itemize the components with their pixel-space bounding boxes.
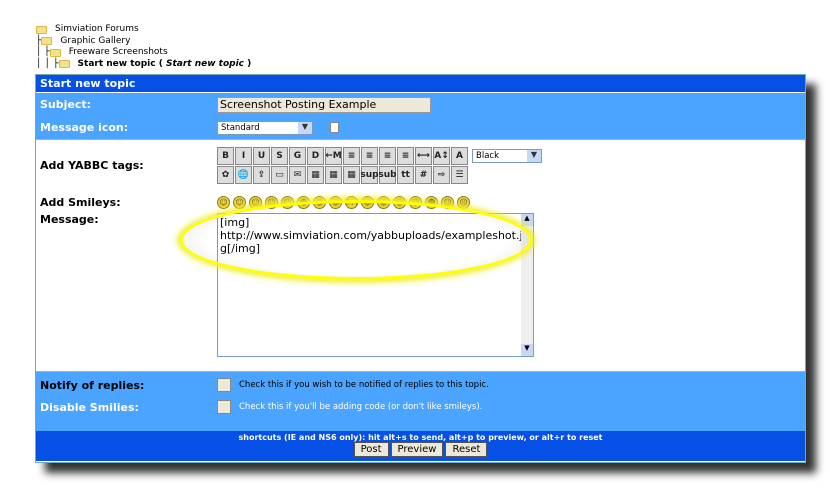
tag-toolbar-row-1: B I U S G D ←M ≡ ≡ ≡ ≡ ⟷ A↕ A — [217, 147, 468, 165]
tag-button[interactable]: ✿ — [217, 166, 234, 184]
disable-smilies-label: Disable Smilies: — [40, 400, 139, 414]
message-textarea[interactable]: [img] http://www.simviation.com/yabbuplo… — [217, 213, 534, 357]
yabbc-tags-label: Add YABBC tags: — [40, 159, 144, 172]
scroll-down-icon[interactable]: ▼ — [521, 344, 533, 356]
preview-button[interactable]: Preview — [390, 442, 444, 457]
document-icon — [330, 122, 339, 133]
tag-button[interactable]: ≡ — [379, 147, 396, 165]
smiley-icon[interactable]: ☹ — [457, 195, 470, 209]
smiley-icon[interactable]: ☺ — [361, 195, 374, 209]
tag-button[interactable]: ≡ — [361, 147, 378, 165]
folder-icon — [36, 25, 47, 34]
tag-toolbar-row-2: ✿ 🌐 ⇪ ▭ ✉ ▦ ▦ ▦ sup sub tt # ⇨ ☰ — [217, 166, 542, 184]
breadcrumb-link[interactable]: Simviation Forums — [55, 24, 139, 36]
smiley-icon[interactable]: ??? — [345, 195, 359, 209]
tree-connector: │ │ ├ — [36, 58, 59, 69]
color-select[interactable]: Black ▼ — [472, 149, 542, 163]
disable-smilies-hint: Check this if you'll be adding code (or … — [239, 402, 483, 412]
smiley-icon[interactable]: ☻ — [297, 195, 310, 209]
tag-button[interactable]: I — [235, 147, 252, 165]
tag-button[interactable]: ✉ — [289, 166, 306, 184]
breadcrumb-current-sub: Start new topic — [165, 58, 245, 69]
folder-icon — [41, 37, 53, 46]
tag-button[interactable]: ≡ — [343, 147, 360, 165]
tree-connector: │ ├ — [36, 47, 50, 57]
smiley-bar: ☺ ☺ ☺ ☺ ☺ ☻ ☺ ☺??? ☺ ☺ ☺ ☺ ☻ ☺ ☹ — [217, 195, 470, 209]
folder-icon — [49, 48, 61, 57]
smiley-icon[interactable]: ☺ — [249, 195, 262, 209]
smiley-icon[interactable]: ☺ — [233, 195, 246, 209]
smiley-icon[interactable]: ☺ — [393, 195, 406, 209]
post-form: Start new topic Subject: Message icon: S… — [35, 74, 806, 463]
chevron-down-icon: ▼ — [298, 121, 312, 134]
tag-button[interactable]: ⇪ — [253, 166, 270, 184]
tag-button[interactable]: # — [415, 166, 432, 184]
smiley-icon[interactable]: ☺ — [313, 195, 326, 209]
breadcrumb-link[interactable]: Freeware Screenshots — [69, 47, 168, 59]
tag-button[interactable]: sup — [360, 166, 379, 184]
tag-button[interactable]: ▦ — [325, 166, 342, 184]
tag-button[interactable]: ▭ — [271, 166, 288, 184]
tag-button[interactable]: tt — [397, 166, 414, 184]
tag-button[interactable]: 🌐 — [235, 166, 252, 184]
message-icon-value: Standard — [221, 122, 260, 133]
message-icon-select[interactable]: Standard ▼ — [217, 120, 313, 135]
subject-label: Subject: — [40, 98, 92, 111]
breadcrumb-current: Start new topic — [77, 58, 156, 69]
form-title: Start new topic — [36, 75, 805, 92]
message-label: Message: — [40, 213, 99, 226]
breadcrumb: Simviation Forums ├ Graphic Gallery │ ├ Fr… — [36, 24, 252, 69]
scrollbar[interactable]: ▲ ▼ — [521, 214, 533, 356]
breadcrumb-link[interactable]: Graphic Gallery — [60, 36, 130, 48]
tag-button[interactable]: A — [451, 147, 468, 165]
smiley-icon[interactable]: ☺ — [329, 195, 342, 209]
tag-button[interactable]: B — [217, 147, 234, 165]
smiley-icon[interactable]: ☺ — [281, 195, 294, 209]
smiley-icon[interactable]: ☺ — [441, 195, 454, 209]
smiley-icon[interactable]: ☺ — [377, 195, 390, 209]
tag-button[interactable]: S — [271, 147, 288, 165]
tag-button[interactable]: ≡ — [397, 147, 414, 165]
notify-hint: Check this if you wish to be notified of… — [239, 380, 489, 390]
shortcuts-text: shortcuts (IE and NS6 only): hit alt+s t… — [238, 433, 603, 442]
smiley-icon[interactable]: ☺ — [217, 195, 230, 209]
subject-input[interactable] — [217, 96, 431, 113]
scroll-up-icon[interactable]: ▲ — [521, 214, 533, 226]
folder-icon — [58, 60, 70, 69]
smiley-icon[interactable]: ☺ — [265, 195, 278, 209]
tag-button[interactable]: A↕ — [433, 147, 450, 165]
color-value: Black — [476, 151, 499, 161]
tag-button[interactable]: sub — [378, 166, 397, 184]
tag-button[interactable]: U — [253, 147, 270, 165]
tag-button[interactable]: ▦ — [307, 166, 324, 184]
tag-button[interactable]: ⟷ — [415, 147, 432, 165]
tag-button[interactable]: ▦ — [343, 166, 360, 184]
chevron-down-icon: ▼ — [527, 150, 541, 162]
disable-smilies-checkbox[interactable] — [217, 400, 231, 414]
notify-label: Notify of replies: — [40, 378, 145, 392]
smileys-label: Add Smileys: — [40, 195, 121, 209]
tag-button[interactable]: ☰ — [451, 166, 468, 184]
smiley-icon[interactable]: ☺ — [409, 195, 422, 209]
message-icon-label: Message icon: — [40, 121, 129, 134]
post-button[interactable]: Post — [353, 442, 389, 457]
tag-button[interactable]: D — [307, 147, 324, 165]
smiley-icon[interactable]: ☻ — [425, 195, 438, 209]
reset-button[interactable]: Reset — [445, 442, 488, 457]
tag-button[interactable]: ⇨ — [433, 166, 450, 184]
tag-button[interactable]: ←M — [325, 147, 342, 165]
tag-button[interactable]: G — [289, 147, 306, 165]
notify-checkbox[interactable] — [217, 378, 231, 392]
